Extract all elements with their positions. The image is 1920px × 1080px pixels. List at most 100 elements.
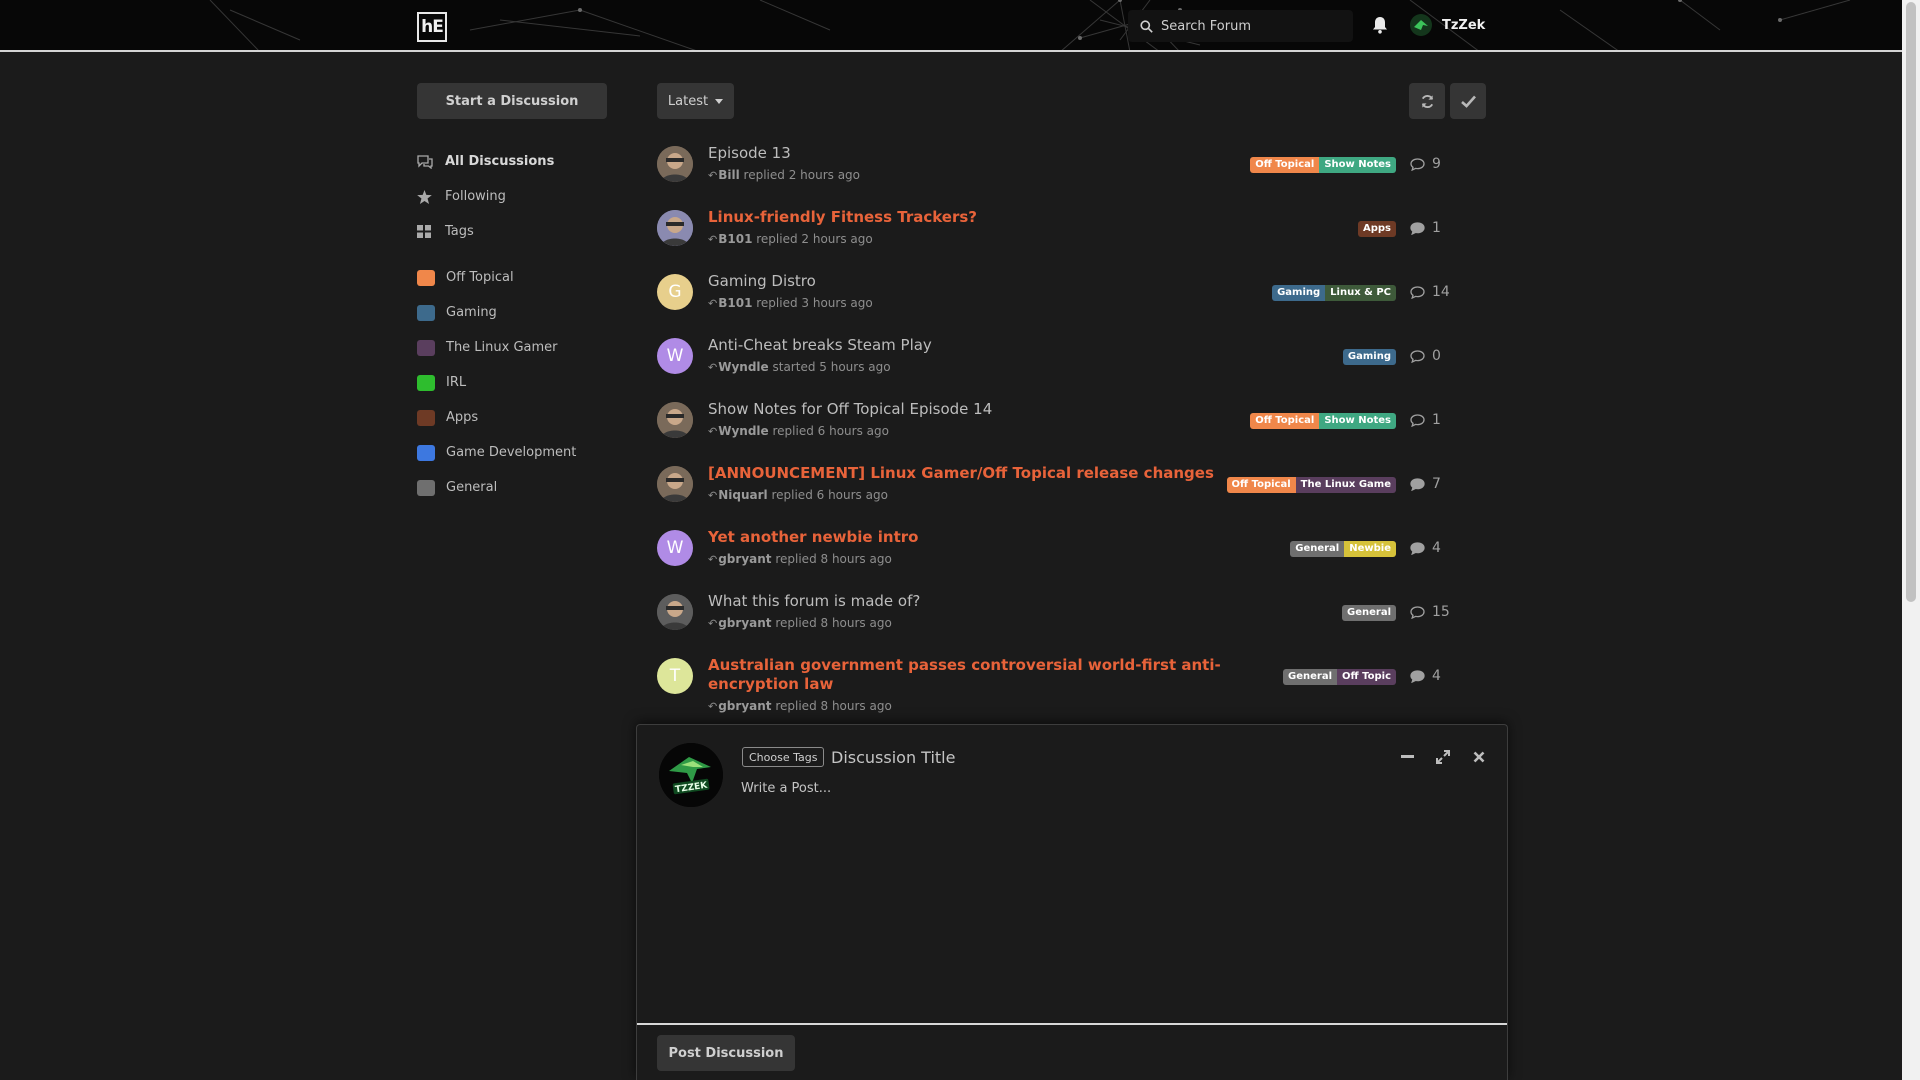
tag-badge[interactable]: General [1290,541,1345,557]
discussion-title[interactable]: Linux-friendly Fitness Trackers? [708,208,1238,227]
author-avatar[interactable]: G [657,274,693,310]
author-name[interactable]: B101 [718,296,752,310]
tag-badge[interactable]: Off Topic [1337,669,1396,685]
comment-icon [1410,285,1425,299]
discussion-row[interactable]: W Anti-Cheat breaks Steam Play ↶Wyndle sta… [655,332,1505,396]
reply-count-value: 4 [1432,668,1441,684]
author-avatar[interactable] [657,594,693,630]
author-name[interactable]: Niquarl [718,488,767,502]
reply-count: 4 [1410,540,1441,556]
discussion-title[interactable]: Gaming Distro [708,272,1238,291]
star-icon [417,189,445,204]
discussion-title-input[interactable] [831,745,1331,769]
discussion-row[interactable]: [ANNOUNCEMENT] Linux Gamer/Off Topical r… [655,460,1505,524]
tag-badge[interactable]: Apps [1357,221,1396,237]
author-name[interactable]: B101 [718,232,752,246]
author-name[interactable]: gbryant [718,699,771,713]
tag-badge[interactable]: Newbie [1344,541,1396,557]
discussion-title[interactable]: Episode 13 [708,144,1238,163]
scrollbar-thumb[interactable] [1906,2,1916,602]
tag-label: General [446,480,498,495]
author-name[interactable]: Wyndle [718,360,768,374]
discussion-title[interactable]: What this forum is made of? [708,592,1238,611]
discussion-title[interactable]: Anti-Cheat breaks Steam Play [708,336,1238,355]
sidebar-tag-item[interactable]: IRL [417,365,607,400]
tag-badge[interactable]: General [1283,669,1338,685]
tag-badge[interactable]: Show Notes [1319,157,1396,173]
sidebar-tag-item[interactable]: Apps [417,400,607,435]
discussion-row[interactable]: Linux-friendly Fitness Trackers? ↶B101 re… [655,204,1505,268]
author-avatar[interactable]: W [657,530,693,566]
discussion-row[interactable]: G Gaming Distro ↶B101 replied 3 hours ago G… [655,268,1505,332]
tag-badge[interactable]: Show Notes [1319,413,1396,429]
sidebar-tag-item[interactable]: Gaming [417,295,607,330]
tag-badge[interactable]: General [1342,605,1396,621]
author-name[interactable]: Bill [718,168,740,182]
tag-badge[interactable]: Gaming [1272,285,1326,301]
site-logo[interactable]: hE [417,12,447,42]
reply-count-value: 4 [1432,540,1441,556]
author-name[interactable]: Wyndle [718,424,768,438]
mark-all-read-button[interactable] [1450,83,1486,119]
discussion-title[interactable]: [ANNOUNCEMENT] Linux Gamer/Off Topical r… [708,464,1238,483]
composer-avatar: TZZEK [659,743,723,807]
tag-badge[interactable]: Gaming [1342,349,1396,365]
sidebar-item-following[interactable]: Following [417,179,607,214]
reply-icon: ↶ [708,700,718,713]
discussion-tags: Gaming Linux & PC [1272,285,1396,301]
minimize-button[interactable] [1397,747,1417,767]
discussion-row[interactable]: What this forum is made of? ↶gbryant repl… [655,588,1505,652]
reply-count-value: 1 [1432,412,1441,428]
tag-badge[interactable]: Linux & PC [1325,285,1396,301]
notifications-bell-icon[interactable] [1372,16,1388,34]
refresh-button[interactable] [1409,83,1445,119]
sidebar-item-tags[interactable]: Tags [417,214,607,249]
sidebar-tag-item[interactable]: General [417,470,607,505]
discussion-tags: General Newbie [1290,541,1396,557]
tag-color-swatch [417,304,435,321]
sidebar-tag-item[interactable]: Off Topical [417,260,607,295]
discussion-title[interactable]: Show Notes for Off Topical Episode 14 [708,400,1238,419]
search-input[interactable] [1161,18,1341,34]
search-icon [1140,19,1153,33]
reply-count: 9 [1410,156,1441,172]
discussion-row[interactable]: Episode 13 ↶Bill replied 2 hours ago Off T… [655,140,1505,204]
author-avatar[interactable] [657,466,693,502]
author-name[interactable]: gbryant [718,616,771,630]
tag-badge[interactable]: Off Topical [1250,413,1320,429]
refresh-icon [1421,94,1433,108]
user-menu[interactable]: TzZek [1410,14,1485,36]
sidebar-tag-item[interactable]: The Linux Gamer [417,330,607,365]
discussion-tags: Apps [1357,221,1396,237]
tag-badge[interactable]: Off Topical [1226,477,1296,493]
post-body-textarea[interactable] [741,781,1481,1031]
start-discussion-button[interactable]: Start a Discussion [417,83,607,119]
tag-badge[interactable]: Off Topical [1250,157,1320,173]
close-composer-button[interactable] [1469,747,1489,767]
discussion-row[interactable]: W Yet another newbie intro ↶gbryant replie… [655,524,1505,588]
author-avatar[interactable]: W [657,338,693,374]
discussion-tags: Gaming [1342,349,1396,365]
reply-count: 0 [1410,348,1441,364]
author-avatar[interactable] [657,402,693,438]
fullscreen-button[interactable] [1433,747,1453,767]
author-avatar[interactable]: T [657,658,693,694]
author-avatar[interactable] [657,210,693,246]
tag-label: IRL [446,375,467,390]
search-box[interactable] [1128,10,1353,42]
discussion-row[interactable]: Show Notes for Off Topical Episode 14 ↶Wy… [655,396,1505,460]
author-avatar[interactable] [657,146,693,182]
reply-count-value: 0 [1432,348,1441,364]
sidebar-item-all-discussions[interactable]: All Discussions [417,144,607,179]
tag-badge[interactable]: The Linux Game [1295,477,1396,493]
page-scrollbar[interactable] [1902,0,1920,1080]
activity-text: started 5 hours ago [772,360,891,374]
discussion-title[interactable]: Australian government passes controversi… [708,656,1238,694]
post-discussion-button[interactable]: Post Discussion [657,1035,795,1071]
sidebar-tag-item[interactable]: Game Development [417,435,607,470]
sort-dropdown[interactable]: Latest [657,83,734,119]
discussion-title[interactable]: Yet another newbie intro [708,528,1238,547]
choose-tags-button[interactable]: Choose Tags [742,747,825,767]
discussion-row[interactable]: T Australian government passes controvers… [655,652,1505,735]
author-name[interactable]: gbryant [718,552,771,566]
